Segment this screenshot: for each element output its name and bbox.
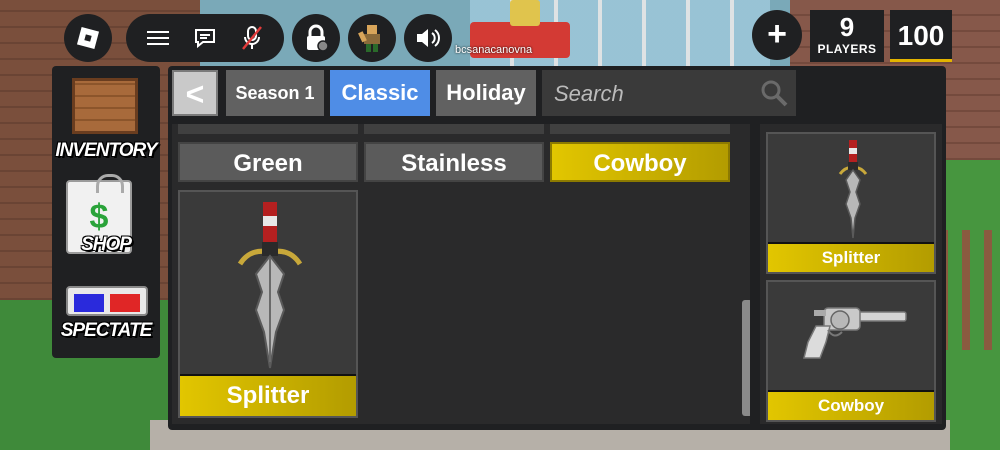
crate-icon — [72, 78, 138, 134]
lock-button[interactable] — [292, 14, 340, 62]
tab-classic[interactable]: Classic — [330, 70, 430, 116]
blue-lens — [74, 294, 104, 312]
shop-label: SHOP — [81, 234, 132, 255]
add-button[interactable]: + — [752, 10, 802, 60]
skin-cowboy-button[interactable]: Cowboy — [550, 142, 730, 182]
tab-season-1[interactable]: Season 1 — [226, 70, 324, 116]
player-name-tag: bcsanacanovna — [455, 44, 533, 56]
shop-button[interactable]: $ SHOP — [52, 174, 160, 274]
roblox-logo-icon — [76, 26, 100, 50]
spectate-label: SPECTATE — [60, 320, 153, 341]
avatar-head — [510, 0, 540, 26]
equipped-knife-name: Splitter — [768, 242, 934, 272]
topbar-menu-group — [126, 14, 284, 62]
lock-icon — [307, 24, 329, 52]
tab-holiday[interactable]: Holiday — [436, 70, 536, 116]
volume-button[interactable] — [404, 14, 452, 62]
avatar-emote-icon — [358, 25, 380, 52]
equipped-gun-card[interactable]: Cowboy — [766, 280, 936, 422]
side-menu: INVENTORY $ SHOP SPECTATE — [52, 66, 160, 358]
search-box — [542, 70, 796, 118]
inventory-label: INVENTORY — [55, 140, 157, 161]
spectate-button[interactable]: SPECTATE — [52, 274, 160, 358]
inventory-button[interactable]: INVENTORY — [52, 66, 160, 166]
row-divider — [178, 124, 358, 134]
3d-glasses-icon — [66, 286, 148, 316]
equipped-knife-card[interactable]: Splitter — [766, 132, 936, 274]
speaker-icon — [417, 29, 440, 47]
coins-counter: 100 — [890, 10, 952, 62]
players-count: 9 — [839, 12, 855, 42]
chat-icon[interactable] — [191, 24, 219, 52]
bag-handle — [96, 174, 124, 193]
players-label: PLAYERS — [817, 42, 877, 56]
players-counter: 9 PLAYERS — [810, 10, 884, 62]
skin-stainless-button[interactable]: Stainless — [364, 142, 544, 182]
skin-green-button[interactable]: Green — [178, 142, 358, 182]
hamburger-menu-icon[interactable] — [144, 24, 172, 52]
equipped-panel: Splitter Cowboy — [760, 124, 942, 424]
search-icon[interactable] — [760, 79, 788, 107]
dagger-icon — [237, 202, 303, 369]
item-card-splitter[interactable]: Splitter — [178, 190, 358, 418]
back-button[interactable]: < — [172, 70, 218, 116]
dollar-glyph: $ — [89, 198, 109, 236]
revolver-icon — [803, 307, 907, 359]
inventory-panel: < Season 1 Classic Holiday Green Stainle… — [168, 66, 946, 430]
red-lens — [110, 294, 140, 312]
item-grid: Green Stainless Cowboy Splitter — [172, 124, 750, 424]
emote-button[interactable] — [348, 14, 396, 62]
item-name: Splitter — [180, 374, 356, 416]
scrollbar[interactable] — [742, 300, 750, 416]
row-divider — [550, 124, 730, 134]
equipped-gun-name: Cowboy — [768, 390, 934, 420]
row-divider — [364, 124, 544, 134]
search-input[interactable] — [542, 70, 766, 118]
fence-right — [940, 230, 1000, 350]
mic-muted-icon[interactable] — [238, 24, 266, 52]
roblox-menu-button[interactable] — [64, 14, 112, 62]
dagger-icon — [838, 140, 868, 239]
